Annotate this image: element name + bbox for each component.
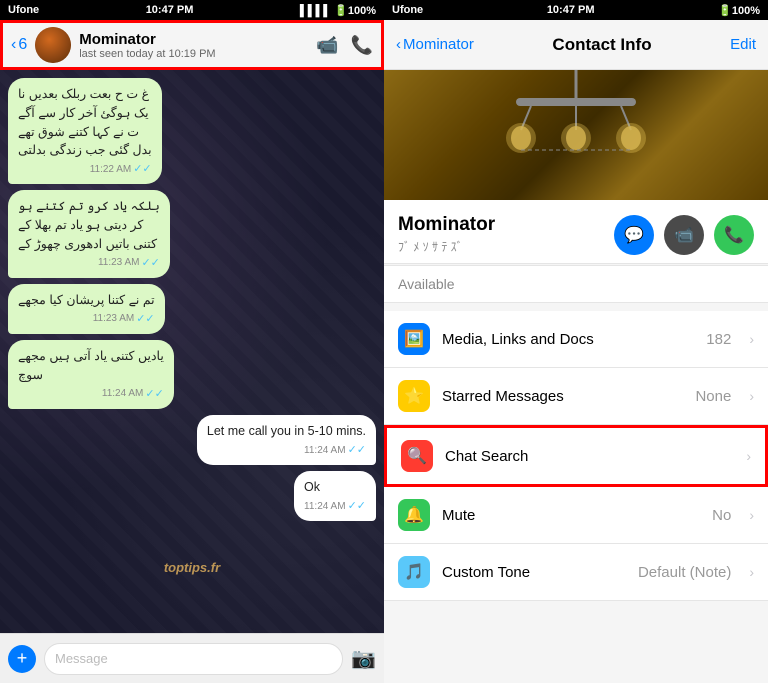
read-receipt: ✓✓ xyxy=(133,162,151,177)
signal-icon: ▌▌▌▌ xyxy=(300,5,331,17)
menu-item-mute[interactable]: 🔔 Mute No › xyxy=(384,487,768,544)
action-icons: 💬 📹 📞 xyxy=(614,215,754,255)
chandelier-decoration xyxy=(476,70,676,200)
menu-value-mute: No xyxy=(712,507,731,524)
back-button[interactable]: ‹ 6 xyxy=(11,36,27,54)
message-time: 11:22 AM ✓✓ xyxy=(18,162,152,177)
watermark: toptips.fr xyxy=(164,560,220,575)
menu-item-starred[interactable]: ⭐ Starred Messages None › xyxy=(384,368,768,425)
time-right: 10:47 PM xyxy=(547,4,595,16)
message-time: 11:24 AM ✓✓ xyxy=(304,499,366,514)
message-bubble: بلکہ یاد کرو تم کتنے ہوکر دیتی ہو یاد تم… xyxy=(8,190,170,278)
chevron-left-icon: ‹ xyxy=(11,36,16,54)
add-button[interactable]: + xyxy=(8,645,36,673)
contact-subtitle: ﾌﾞ ﾒ ｿ ｻ ﾃ ｽﾞ xyxy=(398,238,495,255)
chevron-icon-chat-search: › xyxy=(746,448,751,464)
message-bubble: Let me call you in 5-10 mins. 11:24 AM ✓… xyxy=(197,415,376,465)
menu-value-custom-tone: Default (Note) xyxy=(638,564,731,581)
carrier-right: Ufone xyxy=(392,4,423,16)
message-bubble: تم نے کتنا پریشان کیا مجھے 11:23 AM ✓✓ xyxy=(8,284,165,334)
video-call-icon[interactable]: 📹 xyxy=(316,35,338,56)
chat-input-bar: + Message 📷 xyxy=(0,633,384,683)
contact-name-right: Mominator xyxy=(398,214,495,236)
contact-info-header: ‹ Mominator Contact Info Edit xyxy=(384,20,768,70)
message-text: بلکہ یاد کرو تم کتنے ہوکر دیتی ہو یاد تم… xyxy=(18,197,160,253)
message-text: غ ت ح بعت ربلک بعدیں نایک ہوگئ آخر کار س… xyxy=(18,85,152,160)
menu-value-media: 182 xyxy=(706,331,731,348)
edit-button[interactable]: Edit xyxy=(730,36,756,53)
read-receipt: ✓✓ xyxy=(141,256,159,271)
chevron-icon-custom-tone: › xyxy=(749,564,754,580)
contact-name-area: Mominator ﾌﾞ ﾒ ｿ ｻ ﾃ ｽﾞ xyxy=(398,214,495,255)
chevron-left-icon-right: ‹ xyxy=(396,36,401,53)
message-text: Let me call you in 5-10 mins. xyxy=(207,422,366,441)
contact-name-left: Mominator xyxy=(79,31,308,48)
starred-icon: ⭐ xyxy=(398,380,430,412)
camera-icon[interactable]: 📷 xyxy=(351,646,376,671)
message-action-button[interactable]: 💬 xyxy=(614,215,654,255)
status-section: Available xyxy=(384,265,768,303)
message-text: Ok xyxy=(304,478,366,497)
message-text: تم نے کتنا پریشان کیا مجھے xyxy=(18,291,155,310)
battery-left: ▌▌▌▌ 🔋100% xyxy=(300,4,376,17)
back-count: 6 xyxy=(18,36,27,54)
input-placeholder: Message xyxy=(55,651,108,666)
chat-messages-area: غ ت ح بعت ربلک بعدیں نایک ہوگئ آخر کار س… xyxy=(0,70,384,633)
message-input[interactable]: Message xyxy=(44,643,343,675)
avatar-image xyxy=(35,27,71,63)
phone-action-button[interactable]: 📞 xyxy=(714,215,754,255)
header-icons: 📹 📞 xyxy=(316,35,373,56)
voice-call-icon[interactable]: 📞 xyxy=(351,35,373,56)
menu-item-custom-tone[interactable]: 🎵 Custom Tone Default (Note) › xyxy=(384,544,768,601)
chevron-icon-mute: › xyxy=(749,507,754,523)
tone-icon: 🎵 xyxy=(398,556,430,588)
chat-panel: Ufone 10:47 PM ▌▌▌▌ 🔋100% ‹ 6 Mominator … xyxy=(0,0,384,683)
time-left: 10:47 PM xyxy=(146,4,194,16)
contact-photo xyxy=(384,70,768,200)
status-bar-right: Ufone 10:47 PM 🔋100% xyxy=(384,0,768,20)
menu-label-chat-search: Chat Search xyxy=(445,448,716,465)
message-time: 11:24 AM ✓✓ xyxy=(18,387,164,402)
search-icon: 🔍 xyxy=(401,440,433,472)
video-action-button[interactable]: 📹 xyxy=(664,215,704,255)
battery-right: 🔋100% xyxy=(718,4,760,17)
contact-info-title: Contact Info xyxy=(552,35,651,55)
message-bubble: یادیں کتنی یاد آتی ہیں مجھےسوچ 11:24 AM … xyxy=(8,340,174,409)
chevron-icon-media: › xyxy=(749,331,754,347)
menu-label-custom-tone: Custom Tone xyxy=(442,564,626,581)
carrier-left: Ufone xyxy=(8,4,39,16)
status-text: Available xyxy=(398,276,754,292)
menu-item-chat-search[interactable]: 🔍 Chat Search › xyxy=(384,425,768,487)
menu-label-media: Media, Links and Docs xyxy=(442,331,694,348)
message-bubble: غ ت ح بعت ربلک بعدیں نایک ہوگئ آخر کار س… xyxy=(8,78,162,184)
read-receipt: ✓✓ xyxy=(145,387,163,402)
menu-label-starred: Starred Messages xyxy=(442,388,683,405)
message-time: 11:24 AM ✓✓ xyxy=(207,443,366,458)
back-contact-name: Mominator xyxy=(403,36,474,53)
mute-icon: 🔔 xyxy=(398,499,430,531)
chat-header: ‹ 6 Mominator last seen today at 10:19 P… xyxy=(0,20,384,70)
contact-details-section: Mominator ﾌﾞ ﾒ ｿ ｻ ﾃ ｽﾞ 💬 📹 📞 xyxy=(384,200,768,264)
message-bubble: Ok 11:24 AM ✓✓ xyxy=(294,471,376,521)
menu-item-media[interactable]: 🖼️ Media, Links and Docs 182 › xyxy=(384,311,768,368)
read-receipt: ✓✓ xyxy=(348,443,366,458)
menu-list: 🖼️ Media, Links and Docs 182 › ⭐ Starred… xyxy=(384,311,768,601)
read-receipt: ✓✓ xyxy=(136,312,154,327)
contact-photo-section xyxy=(384,70,768,200)
contact-avatar[interactable] xyxy=(35,27,71,63)
contact-status-left: last seen today at 10:19 PM xyxy=(79,48,308,60)
read-receipt: ✓✓ xyxy=(348,499,366,514)
menu-value-starred: None xyxy=(695,388,731,405)
message-text: یادیں کتنی یاد آتی ہیں مجھےسوچ xyxy=(18,347,164,385)
status-bar-left: Ufone 10:47 PM ▌▌▌▌ 🔋100% xyxy=(0,0,384,20)
media-icon: 🖼️ xyxy=(398,323,430,355)
chevron-icon-starred: › xyxy=(749,388,754,404)
menu-label-mute: Mute xyxy=(442,507,700,524)
message-time: 11:23 AM ✓✓ xyxy=(18,312,155,327)
back-button-right[interactable]: ‹ Mominator xyxy=(396,36,474,53)
contact-info-left: Mominator last seen today at 10:19 PM xyxy=(79,31,308,60)
contact-info-panel: Ufone 10:47 PM 🔋100% ‹ Mominator Contact… xyxy=(384,0,768,683)
message-time: 11:23 AM ✓✓ xyxy=(18,256,160,271)
